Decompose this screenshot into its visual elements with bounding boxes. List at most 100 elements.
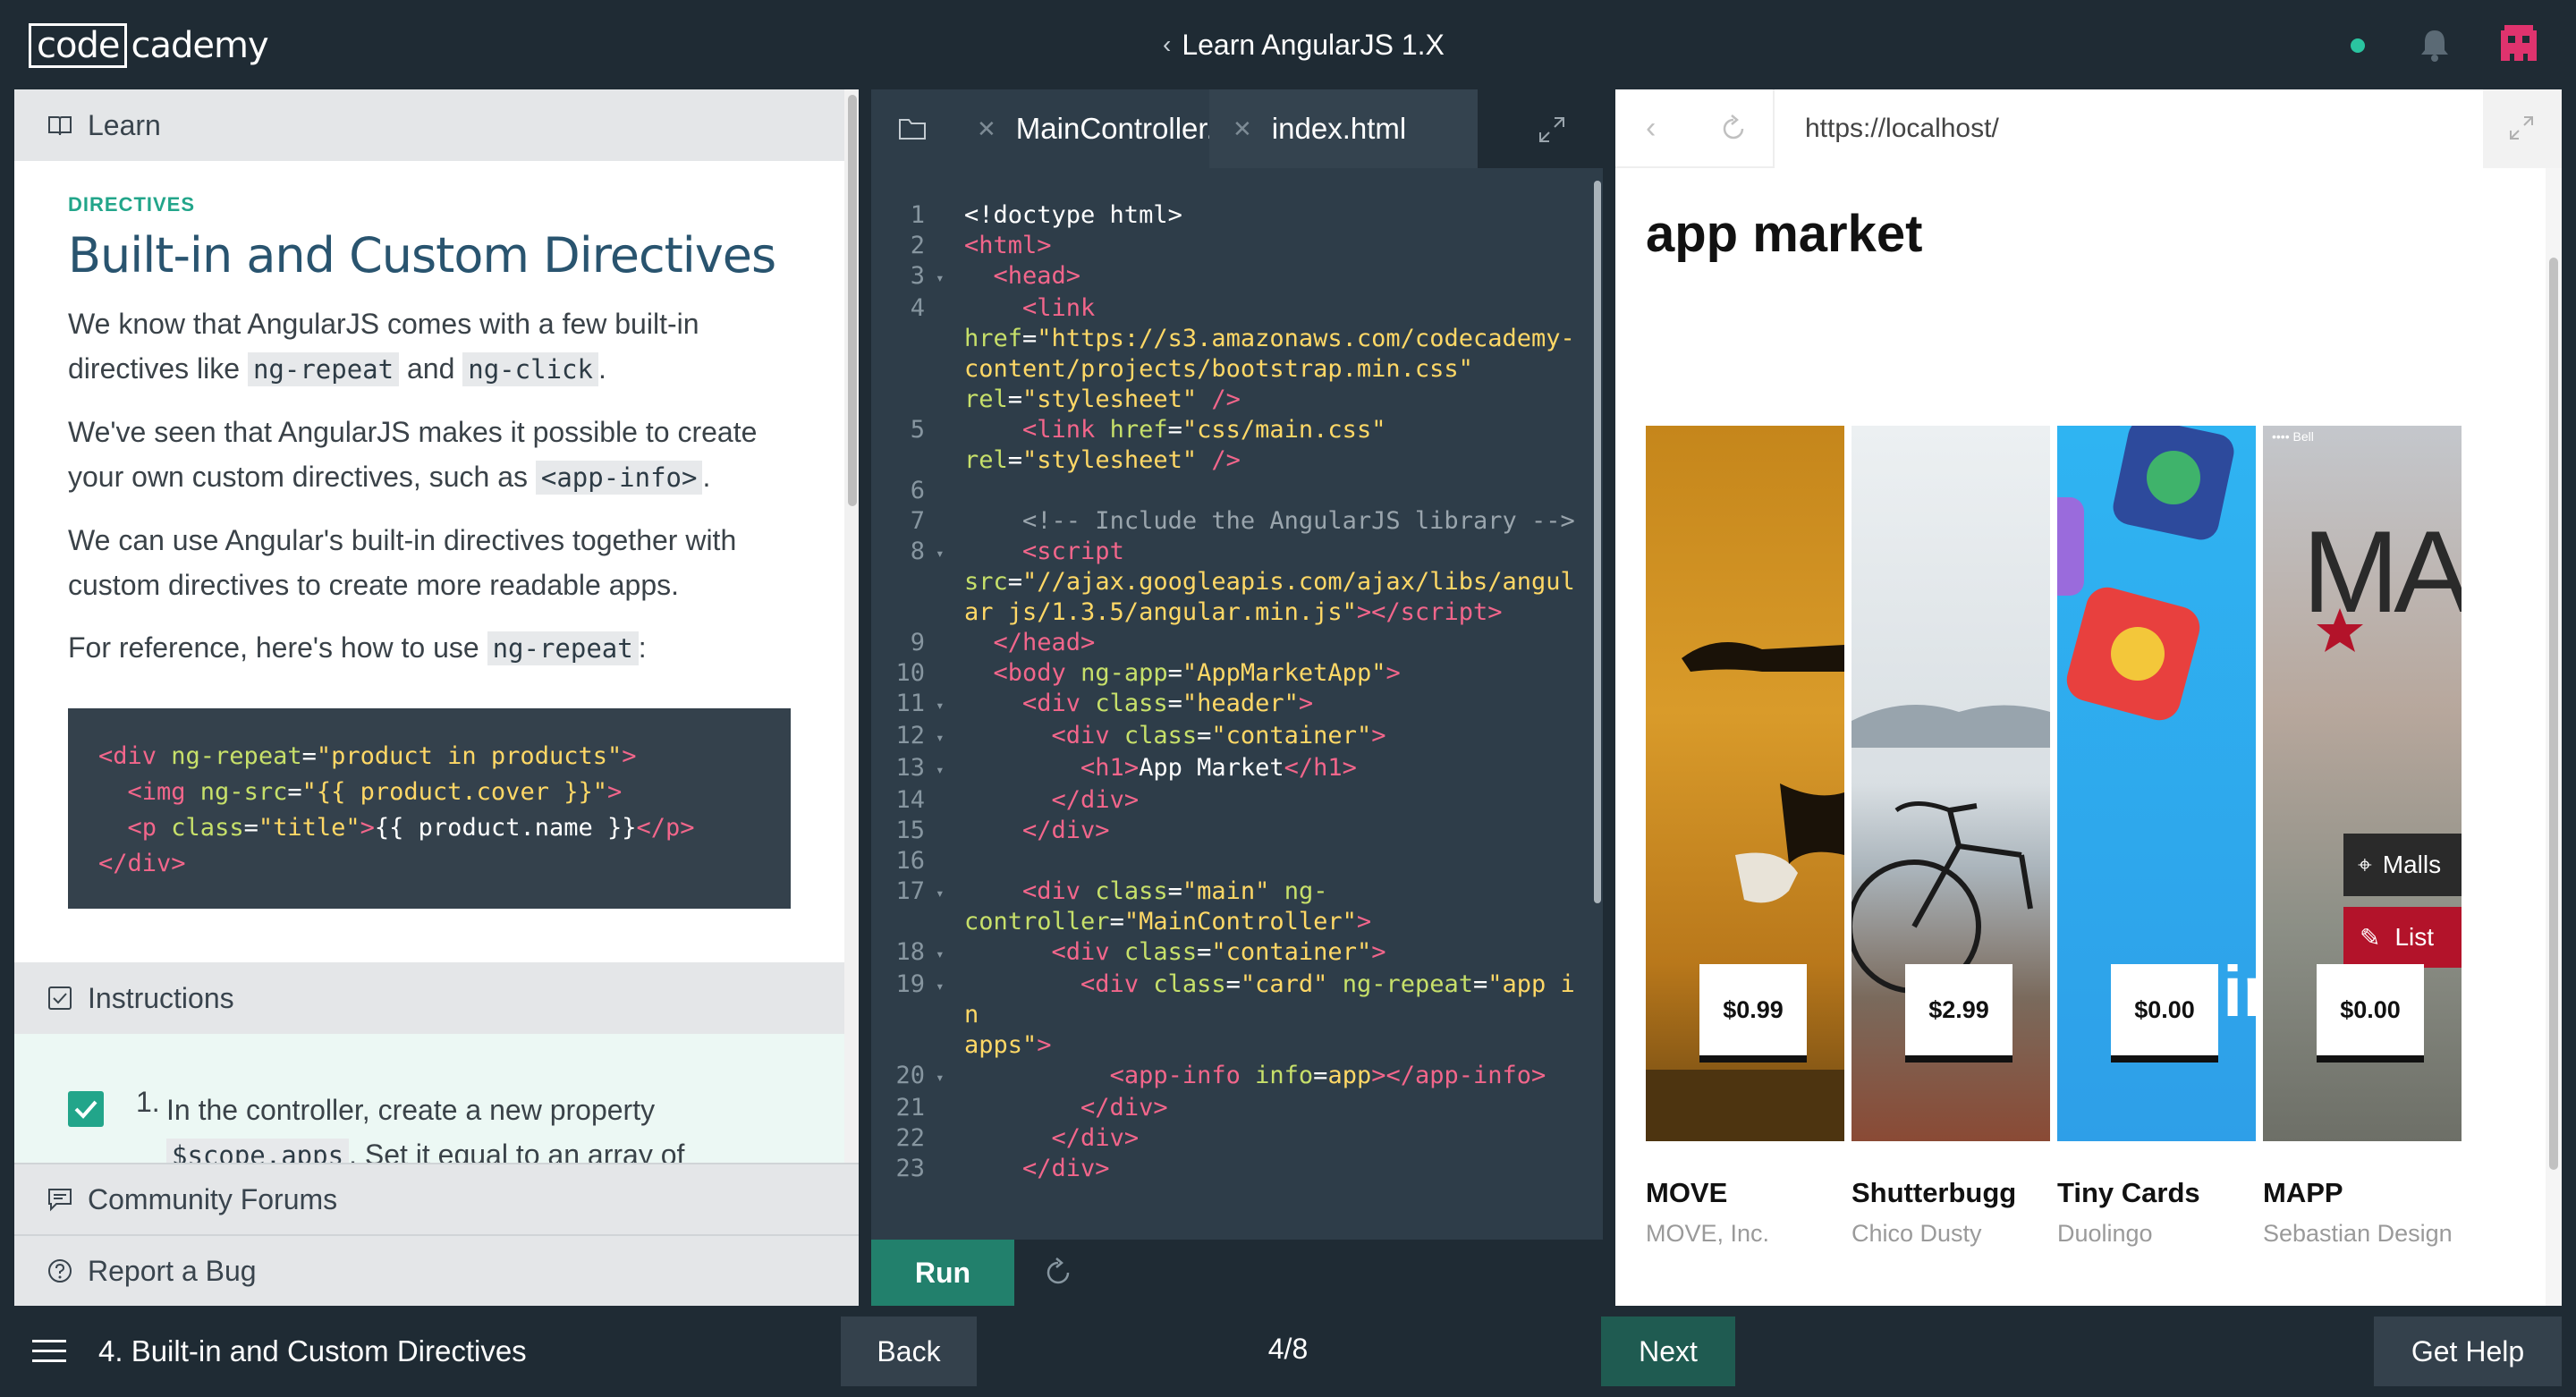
fold-arrow-icon bbox=[936, 200, 950, 231]
line-number: 11 bbox=[895, 690, 925, 717]
learn-section-header[interactable]: Learn bbox=[14, 89, 859, 161]
app-cover-image: $2.99 bbox=[1852, 426, 2050, 1141]
line-number: 1 bbox=[910, 201, 925, 229]
code-text: </div> bbox=[1080, 1094, 1168, 1122]
code-line: 12 ▾ <div class="container"> bbox=[871, 721, 1596, 753]
chat-icon bbox=[48, 1189, 72, 1212]
back-arrow-icon[interactable]: ‹ bbox=[1646, 111, 1656, 146]
lesson-paragraph-3: We can use Angular's built-in directives… bbox=[68, 524, 737, 601]
fold-arrow-icon[interactable]: ▾ bbox=[936, 689, 950, 721]
lesson-scrollbar[interactable] bbox=[844, 89, 859, 1163]
code-text: </div> bbox=[1022, 1155, 1110, 1182]
line-number: 21 bbox=[895, 1094, 925, 1122]
fold-arrow-icon bbox=[936, 628, 950, 658]
code-text: </div> bbox=[1051, 786, 1140, 814]
line-number: 22 bbox=[895, 1124, 925, 1152]
community-forums-link[interactable]: Community Forums bbox=[14, 1163, 859, 1234]
code-text: <link href="https://s3.amazonaws.com/cod… bbox=[964, 294, 1575, 413]
course-title-link[interactable]: ‹ Learn AngularJS 1.X bbox=[1163, 25, 1449, 64]
price-tag: $0.00 bbox=[2111, 964, 2218, 1063]
fold-arrow-icon bbox=[936, 785, 950, 816]
lesson-name[interactable]: 4. Built-in and Custom Directives bbox=[98, 1333, 527, 1370]
step-number: 1. bbox=[136, 1086, 160, 1118]
next-button[interactable]: Next bbox=[1601, 1317, 1735, 1386]
close-icon[interactable]: ✕ bbox=[1233, 115, 1252, 143]
tab-label: MainController.js bbox=[1015, 112, 1209, 145]
fold-arrow-icon[interactable]: ▾ bbox=[936, 876, 950, 937]
fold-arrow-icon[interactable]: ▾ bbox=[936, 721, 950, 753]
fold-arrow-icon bbox=[936, 506, 950, 537]
fold-arrow-icon[interactable]: ▾ bbox=[936, 969, 950, 1061]
file-browser-button[interactable] bbox=[871, 89, 953, 168]
bell-icon[interactable] bbox=[2419, 27, 2451, 63]
lesson-content: DIRECTIVES Built-in and Custom Directive… bbox=[68, 193, 801, 671]
code-line: 14 </div> bbox=[871, 785, 1596, 816]
url-bar[interactable]: https://localhost/ bbox=[1773, 89, 2488, 168]
book-icon bbox=[48, 116, 72, 136]
code-text: <link href="css/main.css" rel="styleshee… bbox=[964, 416, 1386, 474]
browser-scrollbar[interactable] bbox=[2546, 168, 2562, 1306]
app-card-move[interactable]: $0.99 MOVE MOVE, Inc. bbox=[1646, 426, 1844, 1248]
line-number: 7 bbox=[910, 507, 925, 535]
avatar-icon[interactable] bbox=[2497, 21, 2540, 64]
code-text: <div class="container"> bbox=[1051, 722, 1386, 749]
editor-tab-bar: ✕ MainController.js ✕ index.html bbox=[871, 89, 1603, 168]
code-text: <script src="//ajax.googleapis.com/ajax/… bbox=[964, 538, 1575, 626]
line-number: 19 bbox=[895, 970, 925, 998]
editor-scrollbar[interactable] bbox=[1592, 181, 1603, 1164]
price-tag: $0.00 bbox=[2317, 964, 2424, 1063]
line-number: 12 bbox=[895, 722, 925, 749]
lesson-progress: 4/8 bbox=[1267, 1333, 1309, 1365]
code-text: <body ng-app="AppMarketApp"> bbox=[993, 659, 1401, 687]
expand-icon[interactable] bbox=[1537, 114, 1567, 145]
code-line: 3 ▾ <head> bbox=[871, 261, 1596, 293]
get-help-button[interactable]: Get Help bbox=[2374, 1317, 2562, 1386]
code-text: <head> bbox=[993, 262, 1081, 290]
line-number: 18 bbox=[895, 938, 925, 966]
fold-arrow-icon[interactable]: ▾ bbox=[936, 937, 950, 969]
app-card-shutterbugg[interactable]: $2.99 Shutterbugg Chico Dusty bbox=[1852, 426, 2050, 1248]
back-button[interactable]: Back bbox=[841, 1317, 977, 1386]
inline-code: ng-click bbox=[462, 352, 598, 386]
run-button[interactable]: Run bbox=[871, 1240, 1014, 1306]
code-line: 10 <body ng-app="AppMarketApp"> bbox=[871, 658, 1596, 689]
price-tag: $2.99 bbox=[1905, 964, 2012, 1063]
fold-arrow-icon[interactable]: ▾ bbox=[936, 1061, 950, 1093]
codecademy-logo[interactable]: code cademy bbox=[29, 23, 269, 68]
check-icon bbox=[74, 1100, 97, 1119]
code-line: 23 </div> bbox=[871, 1154, 1596, 1184]
reset-icon[interactable] bbox=[1041, 1256, 1075, 1290]
fold-arrow-icon[interactable]: ▾ bbox=[936, 753, 950, 785]
code-line: <div ng-repeat="product in products"> bbox=[98, 742, 637, 770]
top-bar: code cademy ‹ Learn AngularJS 1.X bbox=[0, 0, 2576, 89]
line-number: 10 bbox=[895, 659, 925, 687]
fold-arrow-icon[interactable]: ▾ bbox=[936, 537, 950, 628]
tab-index-html[interactable]: ✕ index.html bbox=[1209, 89, 1478, 168]
status-bar-text: •••• Bell bbox=[2272, 429, 2314, 444]
line-number: 14 bbox=[895, 786, 925, 814]
browser-expand-button[interactable] bbox=[2483, 89, 2562, 168]
close-icon[interactable]: ✕ bbox=[977, 115, 996, 143]
code-text: <h1>App Market</h1> bbox=[1080, 754, 1357, 782]
task-checkbox[interactable] bbox=[68, 1091, 104, 1127]
reload-icon[interactable] bbox=[1717, 113, 1750, 145]
line-number: 17 bbox=[895, 877, 925, 905]
code-text-area[interactable]: 1 <!doctype html> 2 <html> 3 ▾ <head> 4 <link … bbox=[871, 200, 1596, 1184]
logo-code: code bbox=[29, 23, 128, 68]
line-number: 23 bbox=[895, 1155, 925, 1182]
fold-arrow-icon[interactable]: ▾ bbox=[936, 261, 950, 293]
code-text: </head> bbox=[993, 629, 1096, 656]
code-text: </div> bbox=[1022, 817, 1110, 844]
tab-label: index.html bbox=[1271, 112, 1407, 145]
instructions-section-header[interactable]: Instructions bbox=[14, 962, 859, 1034]
browser-preview: ‹ https://localhost/ app market $0.99 MO… bbox=[1615, 89, 2562, 1306]
lesson-paragraph-1: We know that AngularJS comes with a few … bbox=[68, 308, 699, 386]
app-card-mapp[interactable]: •••• Bell MA ⌖ Malls ✎ List $0.00 MAPP Seb… bbox=[2263, 426, 2462, 1248]
report-bug-link[interactable]: Report a Bug bbox=[14, 1234, 859, 1306]
inline-code: ng-repeat bbox=[487, 631, 639, 665]
hamburger-menu-icon[interactable] bbox=[32, 1338, 66, 1365]
code-text: <div class="container"> bbox=[1051, 938, 1386, 966]
tab-maincontroller[interactable]: ✕ MainController.js bbox=[953, 89, 1209, 168]
app-card-tiny-cards[interactable]: in $0.00 Tiny Cards Duolingo bbox=[2057, 426, 2256, 1248]
